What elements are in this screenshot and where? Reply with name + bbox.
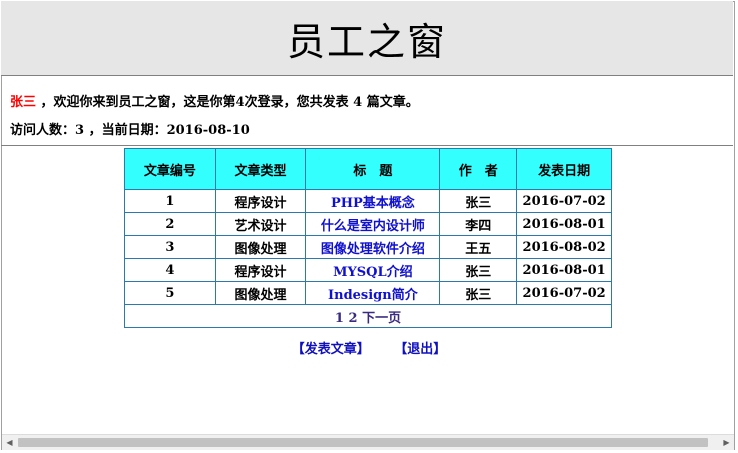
article-type: 艺术设计 [214, 212, 307, 236]
col-article-id: 文章编号 [124, 148, 216, 190]
welcome-text-3: 篇文章。 [362, 95, 419, 110]
visitor-count: 3 [75, 123, 85, 138]
publish-article-link[interactable]: 【发表文章】 [292, 342, 370, 357]
logout-link[interactable]: 【退出】 [394, 342, 446, 357]
table-row: 3 图像处理 图像处理软件介绍 王五 2016-08-02 [124, 235, 612, 259]
welcome-text-1: ，欢迎你来到员工之窗，这是你第 [36, 95, 236, 110]
horizontal-scrollbar[interactable]: ◀ ▶ [2, 434, 734, 450]
triangle-right-icon[interactable]: ▶ [719, 435, 734, 450]
article-title-link[interactable]: 图像处理软件介绍 [305, 235, 441, 259]
article-author: 张三 [439, 281, 518, 305]
article-type: 程序设计 [214, 258, 307, 282]
article-title-link[interactable]: 什么是室内设计师 [305, 212, 441, 236]
articles-table: 文章编号 文章类型 标 题 作 者 发表日期 1 程序设计 PHP基本概念 张三… [124, 148, 612, 328]
action-links: 【发表文章】 【退出】 [0, 338, 738, 357]
article-title-link[interactable]: PHP基本概念 [305, 189, 441, 213]
triangle-left-icon[interactable]: ◀ [2, 435, 17, 450]
page-link-2[interactable]: 2 [348, 311, 357, 326]
article-type: 程序设计 [214, 189, 307, 213]
article-author: 张三 [439, 189, 518, 213]
welcome-text-2: 次登录，您共发表 [244, 95, 354, 110]
scrollbar-thumb[interactable] [18, 438, 708, 447]
table-row: 2 艺术设计 什么是室内设计师 李四 2016-08-01 [124, 212, 612, 236]
next-page-link[interactable]: 下一页 [362, 311, 401, 326]
article-id: 2 [124, 212, 216, 236]
article-date: 2016-07-02 [516, 281, 612, 305]
article-id: 1 [124, 189, 216, 213]
article-count: 4 [353, 95, 363, 110]
article-date: 2016-08-01 [516, 212, 612, 236]
welcome-message: 张三 ，欢迎你来到员工之窗，这是你第4次登录，您共发表 4 篇文章。 [10, 91, 419, 110]
article-author: 李四 [439, 212, 518, 236]
visitors-label: 访问人数： [10, 123, 76, 138]
login-count: 4 [235, 95, 245, 110]
col-article-type: 文章类型 [214, 148, 307, 190]
table-row: 4 程序设计 MYSQL介绍 张三 2016-08-01 [124, 258, 612, 282]
col-title: 标 题 [305, 148, 441, 190]
article-id: 5 [124, 281, 216, 305]
col-publish-date: 发表日期 [516, 148, 612, 190]
page-link-1[interactable]: 1 [335, 311, 344, 326]
col-author: 作 者 [439, 148, 518, 190]
table-header-row: 文章编号 文章类型 标 题 作 者 发表日期 [124, 148, 612, 190]
pager-row: 1 2 下一页 [124, 304, 612, 328]
article-title-link[interactable]: Indesign简介 [305, 281, 441, 305]
article-date: 2016-08-01 [516, 258, 612, 282]
article-type: 图像处理 [214, 281, 307, 305]
page-title: 员工之窗 [286, 19, 447, 64]
article-id: 4 [124, 258, 216, 282]
date-label: ，当前日期： [84, 123, 167, 138]
current-date: 2016-08-10 [166, 123, 250, 138]
username: 张三 [10, 95, 37, 110]
table-row: 5 图像处理 Indesign简介 张三 2016-07-02 [124, 281, 612, 305]
article-date: 2016-07-02 [516, 189, 612, 213]
article-author: 张三 [439, 258, 518, 282]
article-type: 图像处理 [214, 235, 307, 259]
article-id: 3 [124, 235, 216, 259]
table-row: 1 程序设计 PHP基本概念 张三 2016-07-02 [124, 189, 612, 213]
user-info-panel: 张三 ，欢迎你来到员工之窗，这是你第4次登录，您共发表 4 篇文章。 访问人数：… [1, 76, 733, 146]
article-title-link[interactable]: MYSQL介绍 [305, 258, 441, 282]
article-date: 2016-08-02 [516, 235, 612, 259]
page-header: 员工之窗 [1, 1, 733, 76]
stats-line: 访问人数：3 ，当前日期：2016-08-10 [10, 119, 250, 138]
pager: 1 2 下一页 [124, 304, 612, 328]
article-author: 王五 [439, 235, 518, 259]
